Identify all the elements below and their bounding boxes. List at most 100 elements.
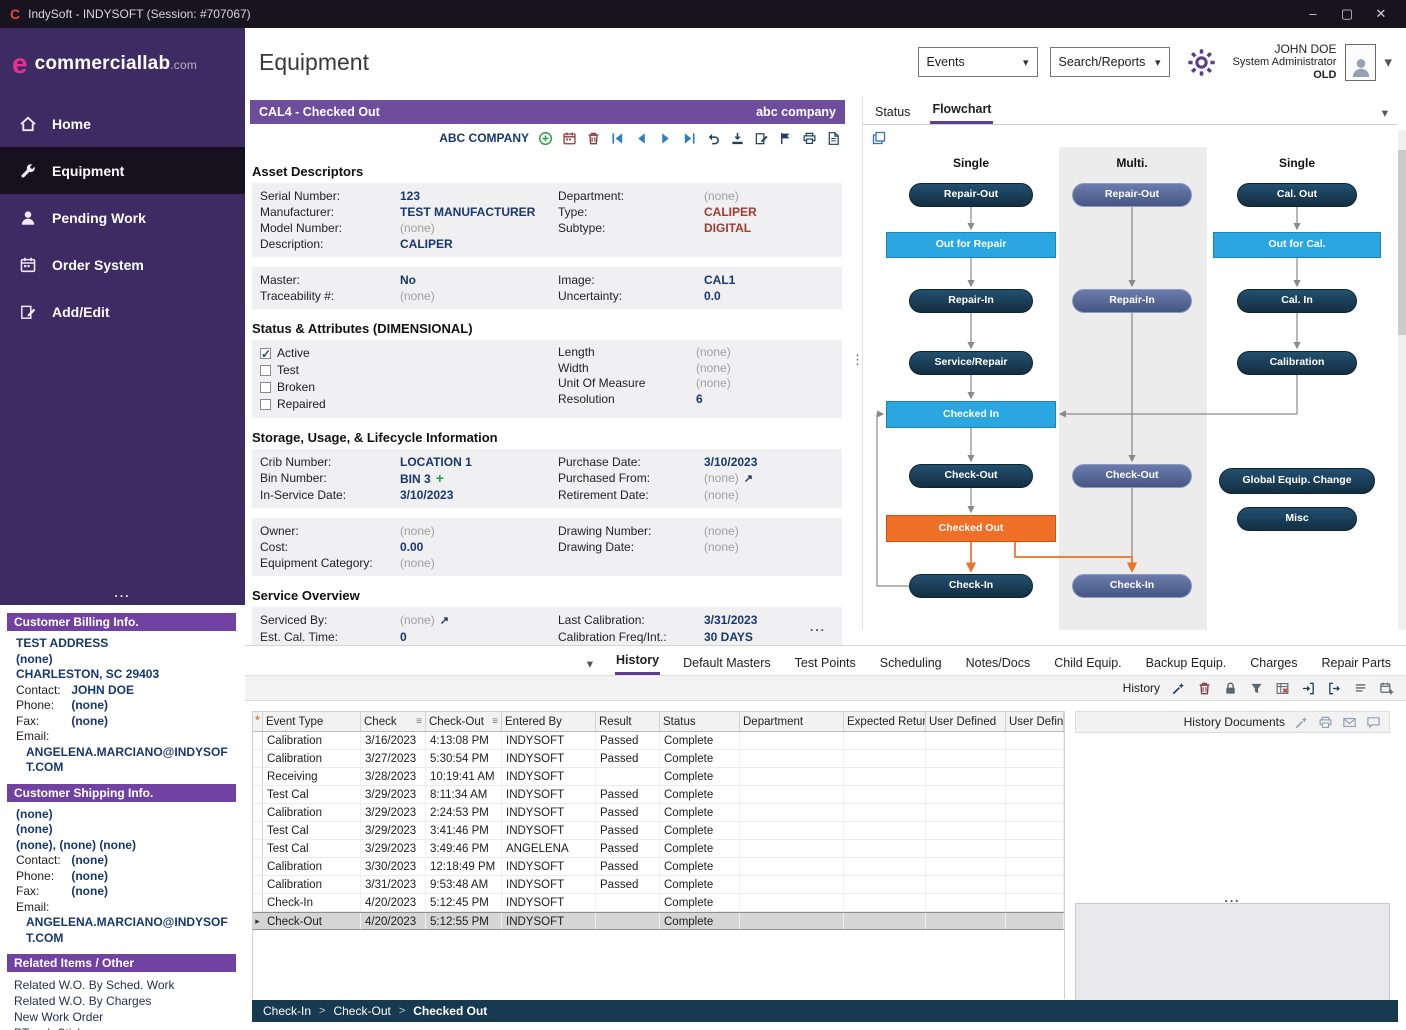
search-reports-dropdown[interactable]: Search/Reports ▾ [1050, 47, 1170, 77]
column-header[interactable]: User Defined [1006, 712, 1064, 731]
column-header[interactable]: Check-Out ≡ [426, 712, 502, 731]
table-row[interactable]: Calibration3/31/20239:53:48 AMINDYSOFTPa… [253, 876, 1064, 894]
edit-wand-icon[interactable] [1171, 681, 1186, 696]
minimize-button[interactable]: – [1298, 6, 1328, 22]
status-checkbox[interactable]: Repaired [260, 396, 558, 413]
mail-icon[interactable] [1342, 715, 1357, 730]
detail-tab[interactable]: Default Masters [682, 651, 772, 675]
table-row[interactable]: Calibration3/29/20232:24:53 PMINDYSOFTPa… [253, 804, 1064, 822]
collapse-panel-icon[interactable]: ▾ [1382, 105, 1388, 124]
import-icon[interactable] [1301, 681, 1316, 696]
column-header[interactable]: Expected Return [844, 712, 926, 731]
status-checkbox[interactable]: Test [260, 362, 558, 379]
flowchart-node[interactable]: Repair-In [1072, 289, 1192, 313]
flowchart-node[interactable]: Out for Repair [886, 232, 1056, 258]
flowchart-node[interactable]: Check-In [909, 574, 1033, 598]
link-icon[interactable] [440, 613, 449, 627]
add-icon[interactable] [538, 131, 553, 146]
sidebar-item[interactable]: Add/Edit [0, 288, 245, 335]
delete-icon[interactable] [1197, 681, 1212, 696]
table-row[interactable]: Test Cal3/29/20233:41:46 PMINDYSOFTPasse… [253, 822, 1064, 840]
equipment-splitter[interactable]: ... [810, 620, 826, 634]
print-icon[interactable] [1318, 715, 1333, 730]
delete-icon[interactable] [586, 131, 601, 146]
lock-icon[interactable] [1223, 681, 1238, 696]
detail-tab[interactable]: Child Equip. [1053, 651, 1122, 675]
settings-gear-icon[interactable] [1186, 47, 1217, 78]
flowchart-node[interactable]: Check-Out [1072, 464, 1192, 488]
copy-flowchart-icon[interactable] [871, 130, 887, 146]
flowchart-node[interactable]: Check-In [1072, 574, 1192, 598]
flowchart-node[interactable]: Repair-In [909, 289, 1033, 313]
tab-flowchart[interactable]: Flowchart [930, 97, 993, 124]
status-checkbox[interactable]: Broken [260, 379, 558, 396]
related-item-link[interactable]: Related W.O. By Charges [0, 993, 245, 1009]
comment-icon[interactable] [1366, 715, 1381, 730]
column-header[interactable]: Status [660, 712, 740, 731]
column-header[interactable]: Check ≡ [361, 712, 426, 731]
edit-icon[interactable] [754, 131, 769, 146]
table-row[interactable]: Calibration3/16/20234:13:08 PMINDYSOFTPa… [253, 732, 1064, 750]
flowchart-node[interactable]: Global Equip. Change [1219, 468, 1375, 494]
nav-prev-icon[interactable] [634, 131, 649, 146]
sidebar-item[interactable]: Equipment [0, 147, 245, 194]
filter-menu-icon[interactable]: ≡ [492, 716, 498, 727]
column-header[interactable]: Entered By [502, 712, 596, 731]
flowchart-node[interactable]: Cal. Out [1237, 183, 1357, 207]
column-header[interactable]: Result [596, 712, 660, 731]
nav-last-icon[interactable] [682, 131, 697, 146]
sidebar-splitter[interactable]: ... [0, 586, 245, 600]
column-header[interactable]: Department [740, 712, 844, 731]
events-dropdown[interactable]: Events ▾ [918, 47, 1038, 77]
flowchart-node[interactable]: Out for Cal. [1213, 232, 1381, 258]
detail-tab[interactable]: Notes/Docs [965, 651, 1032, 675]
plus-icon[interactable] [436, 472, 444, 486]
avatar[interactable] [1345, 44, 1376, 81]
flowchart-node[interactable]: Checked In [886, 401, 1056, 428]
filter-icon[interactable] [1249, 681, 1264, 696]
list-icon[interactable] [1353, 681, 1368, 696]
table-row[interactable]: Test Cal3/29/20238:11:34 AMINDYSOFTPasse… [253, 786, 1064, 804]
close-button[interactable]: ✕ [1366, 6, 1396, 22]
undo-icon[interactable] [706, 131, 721, 146]
calendar-add-icon[interactable] [1379, 681, 1394, 696]
export-icon[interactable] [1327, 681, 1342, 696]
link-icon[interactable] [744, 471, 753, 485]
column-header[interactable]: User Defined [926, 712, 1006, 731]
edit-wand-icon[interactable] [1294, 715, 1309, 730]
flowchart-node[interactable]: Service/Repair [909, 351, 1033, 375]
schedule-icon[interactable] [562, 131, 577, 146]
flowchart-node[interactable]: Cal. In [1237, 289, 1357, 313]
table-row[interactable]: Test Cal3/29/20233:49:46 PMANGELENAPasse… [253, 840, 1064, 858]
flowchart-node[interactable]: Repair-Out [909, 183, 1033, 207]
maximize-button[interactable]: ▢ [1332, 6, 1362, 22]
related-item-link[interactable]: New Work Order [0, 1009, 245, 1025]
vertical-scrollbar[interactable] [1398, 130, 1406, 630]
related-item-link[interactable]: Related W.O. By Sched. Work [0, 977, 245, 993]
nav-first-icon[interactable] [610, 131, 625, 146]
download-icon[interactable] [730, 131, 745, 146]
sidebar-item[interactable]: Pending Work [0, 194, 245, 241]
print-icon[interactable] [802, 131, 817, 146]
detail-tab[interactable]: Charges [1249, 651, 1298, 675]
scrollbar-thumb[interactable] [1398, 150, 1406, 335]
sidebar-item[interactable]: Order System [0, 241, 245, 288]
filter-menu-icon[interactable]: ≡ [416, 716, 422, 727]
detail-tab[interactable]: History [615, 648, 660, 675]
tab-status[interactable]: Status [873, 100, 912, 124]
collapse-panel-icon[interactable]: ▾ [587, 656, 593, 675]
checkout-flag-icon[interactable] [778, 131, 793, 146]
user-menu-chevron-icon[interactable]: ▾ [1384, 53, 1392, 71]
flowchart-node[interactable]: Misc [1237, 507, 1357, 531]
detail-tab[interactable]: Scheduling [879, 651, 943, 675]
table-row[interactable]: Calibration3/27/20235:30:54 PMINDYSOFTPa… [253, 750, 1064, 768]
related-item-link[interactable]: PTouch Stickers [0, 1025, 245, 1030]
nav-next-icon[interactable] [658, 131, 673, 146]
table-row[interactable]: Check-In4/20/20235:12:45 PMINDYSOFTCompl… [253, 894, 1064, 912]
document-icon[interactable] [826, 131, 841, 146]
column-header[interactable]: Event Type [263, 712, 361, 731]
status-checkbox[interactable]: Active [260, 345, 558, 362]
detail-tab[interactable]: Test Points [794, 651, 857, 675]
detail-tab[interactable]: Backup Equip. [1145, 651, 1228, 675]
sidebar-item[interactable]: Home [0, 100, 245, 147]
